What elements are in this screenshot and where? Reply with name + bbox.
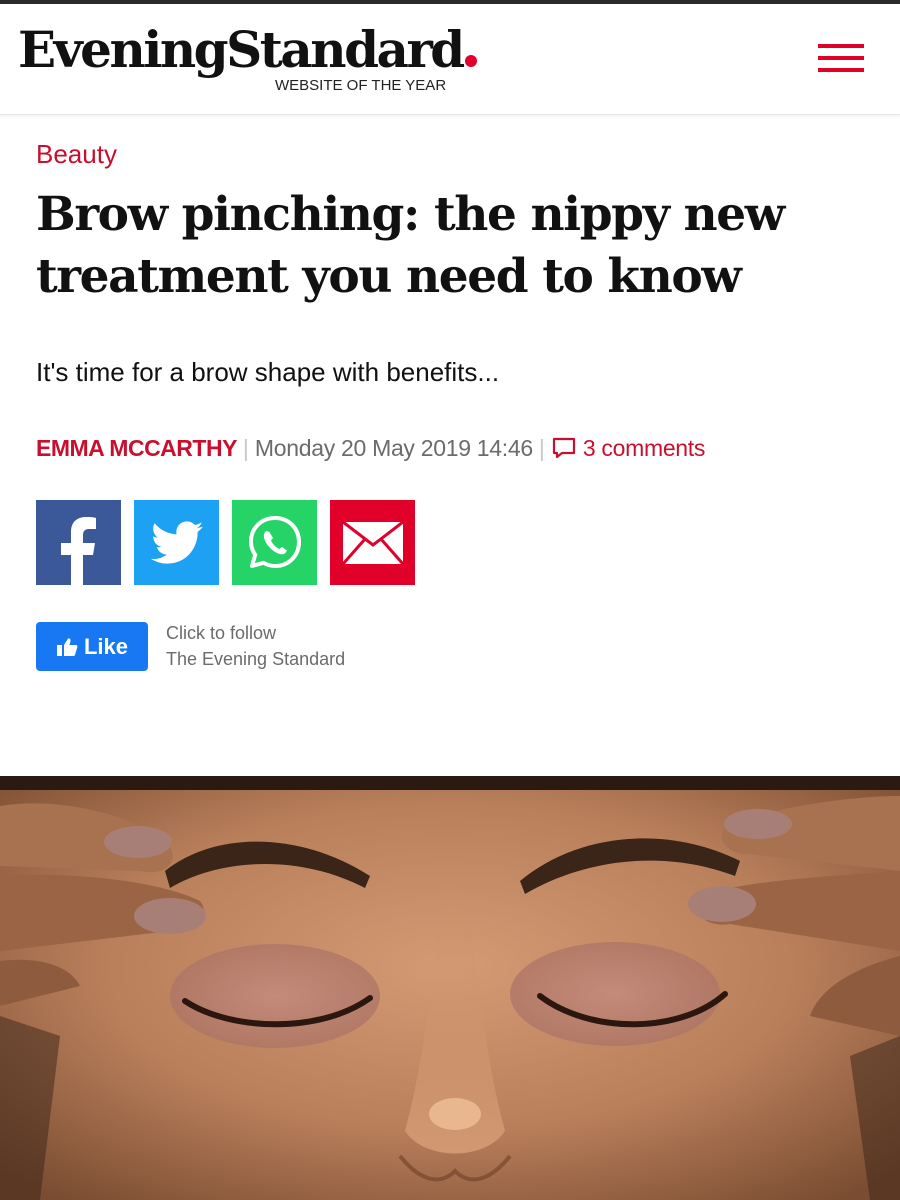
share-facebook-button[interactable] <box>36 500 121 585</box>
facebook-icon <box>61 517 96 585</box>
hero-photo <box>0 776 900 1200</box>
byline-separator-2: | <box>538 435 545 461</box>
twitter-icon <box>150 520 203 564</box>
comment-bubble-icon <box>552 437 575 459</box>
site-header: EveningStandard WEBSITE OF THE YEAR <box>0 4 900 115</box>
hero-image <box>0 776 900 1200</box>
hamburger-menu-icon[interactable] <box>818 42 864 74</box>
facebook-like-button[interactable]: Like <box>36 622 148 671</box>
article-standfirst: It's time for a brow shape with benefits… <box>36 357 500 387</box>
share-twitter-button[interactable] <box>134 500 219 585</box>
section-link[interactable]: Beauty <box>36 138 117 170</box>
whatsapp-icon <box>248 515 301 568</box>
logo-dot <box>464 55 477 67</box>
comments-link[interactable]: 3 comments <box>551 435 705 461</box>
share-whatsapp-button[interactable] <box>232 500 317 585</box>
site-logo[interactable]: EveningStandard <box>18 18 477 82</box>
logo-text: EveningStandard <box>18 20 465 79</box>
publish-date: Monday 20 May 2019 14:46 <box>254 435 533 461</box>
article-headline: Brow pinching: the nippy new treatment y… <box>36 187 785 304</box>
follow-line-1: Click to follow <box>166 623 277 643</box>
author-link[interactable]: EMMA MCCARTHY <box>36 435 237 461</box>
comments-count: 3 comments <box>582 435 706 461</box>
share-email-button[interactable] <box>330 500 415 585</box>
byline: EMMA MCCARTHY | Monday 20 May 2019 14:46 | 3… <box>36 432 705 464</box>
byline-separator: | <box>242 435 249 461</box>
follow-prompt: Click to follow The Evening Standard <box>166 620 345 672</box>
thumbs-up-icon <box>56 637 78 656</box>
site-tagline: WEBSITE OF THE YEAR <box>275 77 447 94</box>
envelope-icon <box>341 520 404 565</box>
like-label: Like <box>83 633 129 659</box>
follow-line-2: The Evening Standard <box>166 649 346 669</box>
